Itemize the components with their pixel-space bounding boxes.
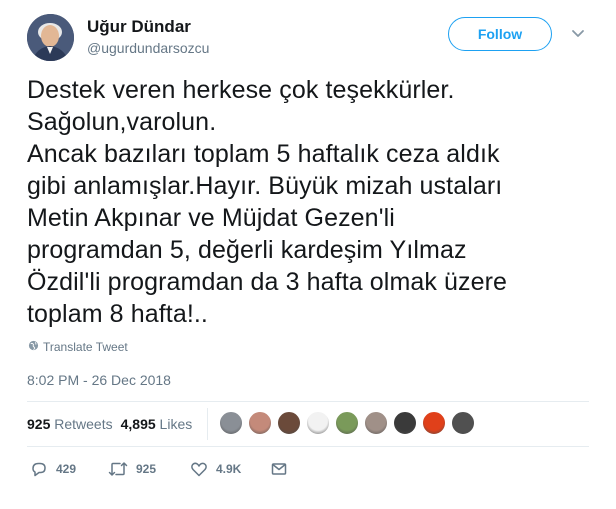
envelope-icon xyxy=(270,460,288,478)
direct-message-button[interactable] xyxy=(270,460,288,478)
reply-count: 429 xyxy=(56,462,77,476)
tweet-text-line: Özdil'li programdan da 3 hafta olmak üze… xyxy=(27,268,508,296)
divider xyxy=(27,446,589,447)
like-count: 4.9K xyxy=(216,462,242,476)
timestamp[interactable]: 8:02 PM - 26 Dec 2018 xyxy=(27,372,171,388)
tweet-text: Destek veren herkese çok teşekkürler. Sa… xyxy=(27,74,599,330)
liker-avatar[interactable] xyxy=(335,411,359,435)
retweets-count: 925 xyxy=(27,416,51,432)
reply-icon xyxy=(30,460,48,478)
avatar-portrait xyxy=(27,14,74,61)
likes-count: 4,895 xyxy=(120,416,156,432)
tweet-text-line: toplam 8 hafta!.. xyxy=(27,300,208,328)
likes-stat[interactable]: 4,895 Likes xyxy=(121,416,193,432)
like-button[interactable]: 4.9K xyxy=(190,460,241,478)
user-name[interactable]: Uğur Dündar xyxy=(87,17,191,37)
tweet-text-line: Sağolun,varolun. xyxy=(27,108,217,136)
liker-avatar[interactable] xyxy=(393,411,417,435)
liker-avatar[interactable] xyxy=(451,411,475,435)
liker-avatar[interactable] xyxy=(364,411,388,435)
liker-avatar[interactable] xyxy=(422,411,446,435)
divider xyxy=(27,401,589,402)
liker-avatar[interactable] xyxy=(248,411,272,435)
retweets-stat[interactable]: 925 Retweets xyxy=(27,416,113,432)
divider xyxy=(207,408,208,440)
avatar[interactable] xyxy=(27,14,74,61)
tweet-card: Uğur Dündar @ugurdundarsozcu Follow Dest… xyxy=(0,0,616,509)
tweet-text-line: Destek veren herkese çok teşekkürler. xyxy=(27,76,455,104)
globe-icon xyxy=(28,340,39,354)
tweet-text-line: Ancak bazıları toplam 5 haftalık ceza al… xyxy=(27,140,500,168)
retweet-button[interactable]: 925 xyxy=(108,460,156,478)
reply-button[interactable]: 429 xyxy=(30,460,76,478)
tweet-text-line: programdan 5, değerli kardeşim Yılmaz xyxy=(27,236,467,264)
tweet-text-line: gibi anlamışlar.Hayır. Büyük mizah ustal… xyxy=(27,172,503,200)
liker-avatar[interactable] xyxy=(277,411,301,435)
liker-avatar[interactable] xyxy=(306,411,330,435)
translate-label: Translate Tweet xyxy=(43,340,128,354)
retweet-icon xyxy=(108,460,128,478)
liker-avatar[interactable] xyxy=(219,411,243,435)
tweet-stats: 925 Retweets 4,895 Likes xyxy=(27,416,192,432)
user-handle[interactable]: @ugurdundarsozcu xyxy=(87,40,209,56)
follow-button[interactable]: Follow xyxy=(448,17,552,51)
likes-label: Likes xyxy=(159,416,193,432)
retweets-label: Retweets xyxy=(54,416,113,432)
tweet-text-line: Metin Akpınar ve Müjdat Gezen'li xyxy=(27,204,395,232)
translate-tweet-link[interactable]: Translate Tweet xyxy=(28,340,128,354)
retweet-count: 925 xyxy=(136,462,157,476)
chevron-down-icon[interactable] xyxy=(571,26,585,40)
heart-icon xyxy=(190,460,208,478)
